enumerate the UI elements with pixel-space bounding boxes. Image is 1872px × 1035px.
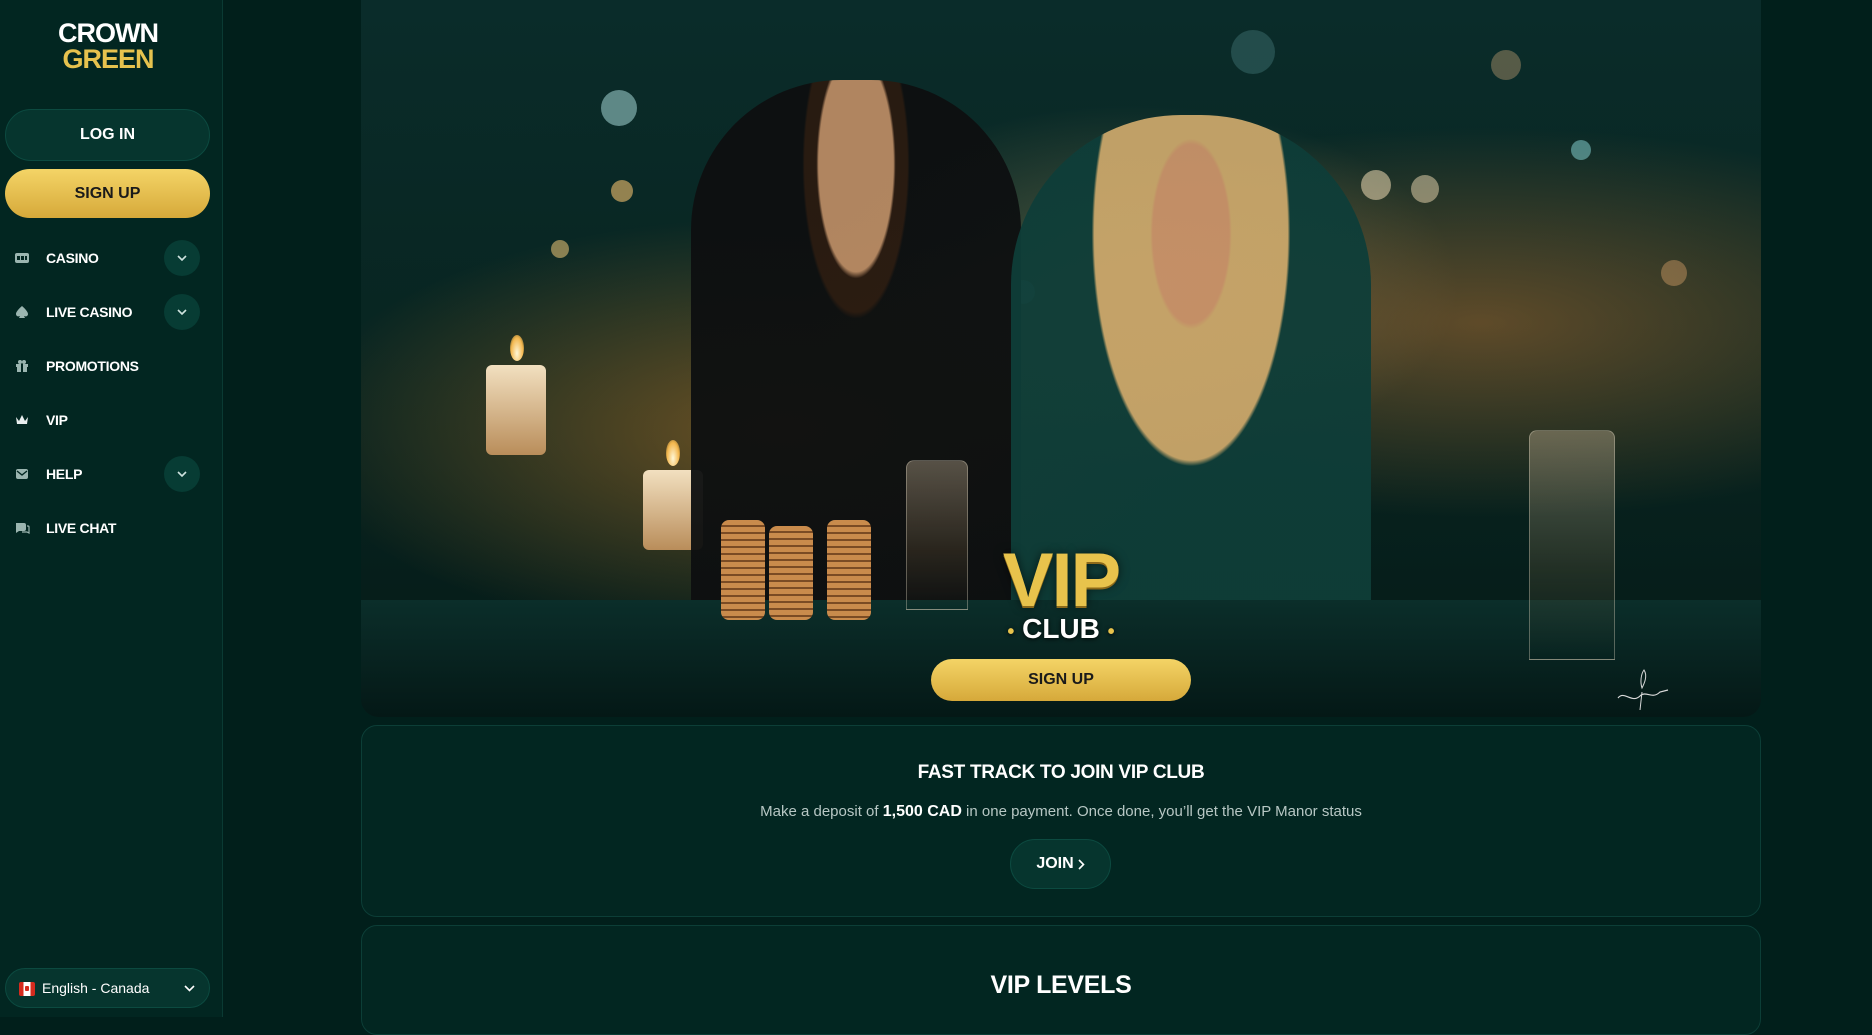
candle bbox=[486, 365, 546, 455]
sidebar-item-label: CASINO bbox=[46, 250, 99, 266]
fast-track-description: Make a deposit of 1,500 CAD in one payme… bbox=[362, 803, 1760, 821]
crown-green-logo[interactable]: CROWN GREEN bbox=[48, 20, 168, 76]
mail-icon bbox=[14, 466, 30, 482]
sidebar-item-live-casino[interactable]: LIVE CASINO bbox=[0, 291, 222, 333]
vip-levels-panel: VIP LEVELS bbox=[361, 925, 1761, 1035]
sidebar-item-label: HELP bbox=[46, 466, 83, 482]
vip-club-logo: VIP • CLUB • bbox=[361, 538, 1761, 647]
slot-machine-icon bbox=[14, 250, 30, 266]
fast-track-desc-before: Make a deposit of bbox=[760, 803, 879, 820]
bokeh-light bbox=[611, 180, 633, 202]
sidebar: CROWN GREEN LOG IN SIGN UP CASINO LIVE C… bbox=[0, 0, 223, 1017]
chat-icon bbox=[14, 520, 30, 536]
spade-icon bbox=[14, 304, 30, 320]
chevron-right-icon bbox=[1078, 858, 1085, 870]
bokeh-light bbox=[1411, 175, 1439, 203]
chevron-down-icon bbox=[184, 981, 195, 995]
bokeh-light bbox=[1571, 140, 1591, 160]
sidebar-item-live-chat[interactable]: LIVE CHAT bbox=[0, 507, 222, 549]
sidebar-item-label: VIP bbox=[46, 412, 68, 428]
chevron-down-icon[interactable] bbox=[164, 294, 200, 330]
club-subtitle: • CLUB • bbox=[1007, 613, 1115, 644]
signup-button[interactable]: SIGN UP bbox=[5, 169, 210, 218]
canada-flag-icon bbox=[19, 982, 35, 996]
sidebar-item-help[interactable]: HELP bbox=[0, 453, 222, 495]
fast-track-title: FAST TRACK TO JOIN VIP CLUB bbox=[917, 762, 1205, 783]
vip-title: VIP bbox=[1002, 538, 1122, 623]
bokeh-light bbox=[1491, 50, 1521, 80]
candle-flame bbox=[510, 335, 524, 361]
hero-signup-button[interactable]: SIGN UP bbox=[931, 659, 1191, 701]
club-label: CLUB bbox=[1022, 613, 1100, 644]
bokeh-light bbox=[1231, 30, 1275, 74]
sidebar-item-label: LIVE CASINO bbox=[46, 304, 133, 320]
vip-hero-banner: VIP • CLUB • SIGN UP bbox=[361, 0, 1761, 717]
fast-track-panel: FAST TRACK TO JOIN VIP CLUB Make a depos… bbox=[361, 725, 1761, 917]
artist-signature bbox=[1614, 662, 1672, 716]
sidebar-item-promotions[interactable]: PROMOTIONS bbox=[0, 345, 222, 387]
join-label: JOIN bbox=[1036, 855, 1074, 872]
bokeh-light bbox=[601, 90, 637, 126]
sidebar-item-label: LIVE CHAT bbox=[46, 520, 117, 536]
sidebar-item-label: PROMOTIONS bbox=[46, 358, 139, 374]
sidebar-item-vip[interactable]: VIP bbox=[0, 399, 222, 441]
crown-icon bbox=[14, 412, 30, 428]
vip-levels-title: VIP LEVELS bbox=[990, 971, 1132, 999]
fast-track-desc-after: in one payment. Once done, you’ll get th… bbox=[966, 803, 1362, 820]
sidebar-item-casino[interactable]: CASINO bbox=[0, 237, 222, 279]
fast-track-amount: 1,500 CAD bbox=[882, 803, 962, 820]
bokeh-light bbox=[1361, 170, 1391, 200]
language-selector[interactable]: English - Canada bbox=[5, 968, 210, 1008]
bokeh-light bbox=[1661, 260, 1687, 286]
join-button[interactable]: JOIN bbox=[1010, 839, 1111, 889]
candle-flame bbox=[666, 440, 680, 466]
chevron-down-icon[interactable] bbox=[164, 240, 200, 276]
logo-line-2: GREEN bbox=[62, 44, 154, 74]
bokeh-light bbox=[551, 240, 569, 258]
language-label: English - Canada bbox=[42, 980, 150, 996]
chevron-down-icon[interactable] bbox=[164, 456, 200, 492]
login-button[interactable]: LOG IN bbox=[5, 109, 210, 161]
gift-icon bbox=[14, 358, 30, 374]
logo-line-1: CROWN bbox=[58, 18, 159, 48]
